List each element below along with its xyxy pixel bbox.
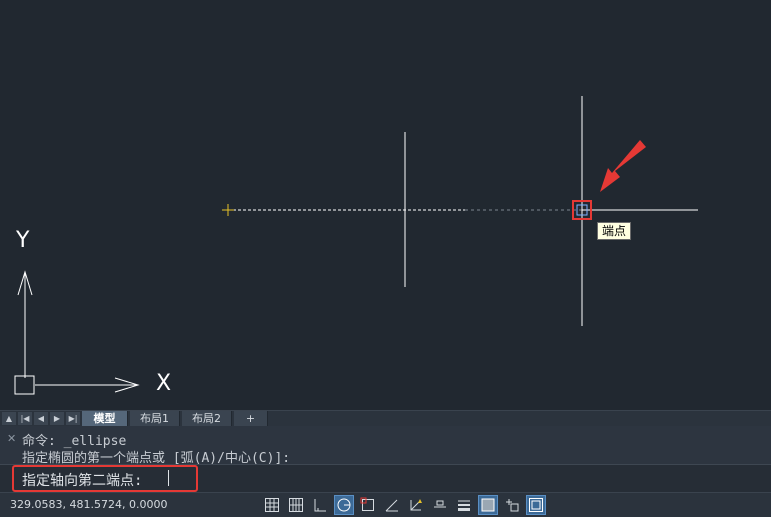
model-space[interactable] [0, 0, 771, 410]
tab-layout1[interactable]: 布局1 [130, 411, 180, 427]
selection-cycling-icon [506, 499, 519, 512]
dynamic-input-button[interactable] [430, 495, 450, 515]
transparency-button[interactable] [478, 495, 498, 515]
scroll-up-button[interactable]: ▲ [2, 412, 16, 425]
object-snap-tracking-button[interactable] [382, 495, 402, 515]
grid-display-button[interactable] [262, 495, 282, 515]
dynamic-ucs-button[interactable] [406, 495, 426, 515]
next-tab-button[interactable]: ▶ [50, 412, 64, 425]
ucs-icon [14, 270, 140, 395]
transparency-icon [481, 498, 495, 512]
status-bar: 329.0583, 481.5724, 0.0000 [0, 492, 771, 517]
first-tab-button[interactable]: |◀ [18, 412, 32, 425]
highlight-box [12, 465, 198, 492]
ortho-button[interactable] [310, 495, 330, 515]
annotation-arrow [600, 140, 646, 192]
coordinate-readout: 329.0583, 481.5724, 0.0000 [10, 498, 168, 511]
snap-grid-button[interactable] [286, 495, 306, 515]
dynamic-input-icon [434, 500, 446, 508]
selection-cycling-button[interactable] [502, 495, 522, 515]
snap-tooltip: 端点 [597, 222, 632, 240]
ortho-icon [314, 499, 326, 512]
polar-tracking-button[interactable] [334, 495, 354, 515]
lineweight-button[interactable] [454, 495, 474, 515]
add-layout-button[interactable]: + [234, 411, 268, 427]
previous-tab-button[interactable]: ◀ [34, 412, 48, 425]
ucs-x-label: X [156, 371, 172, 396]
tab-layout2[interactable]: 布局2 [182, 411, 232, 427]
object-snap-button[interactable] [358, 495, 378, 515]
dynamic-ucs-icon [410, 499, 422, 511]
ucs-y-label: Y [16, 228, 30, 253]
first-endpoint-marker [222, 204, 234, 216]
annotation-monitor-icon [529, 498, 543, 512]
snap-grid-icon [289, 498, 303, 512]
drawing-canvas[interactable]: Y X 端点 [0, 0, 771, 410]
close-icon[interactable]: ✕ [7, 432, 16, 445]
grid-display-icon [265, 498, 279, 512]
object-snap-icon [360, 497, 374, 511]
annotation-monitor-button[interactable] [526, 495, 546, 515]
polar-tracking-icon [337, 498, 351, 512]
crosshair-cursor [581, 96, 698, 326]
last-tab-button[interactable]: ▶| [66, 412, 80, 425]
lineweight-icon [458, 500, 470, 511]
object-snap-tracking-icon [385, 499, 398, 512]
tab-model[interactable]: 模型 [82, 411, 128, 427]
layout-tab-bar: ▲ |◀ ◀ ▶ ▶| 模型 布局1 布局2 + [0, 410, 771, 427]
